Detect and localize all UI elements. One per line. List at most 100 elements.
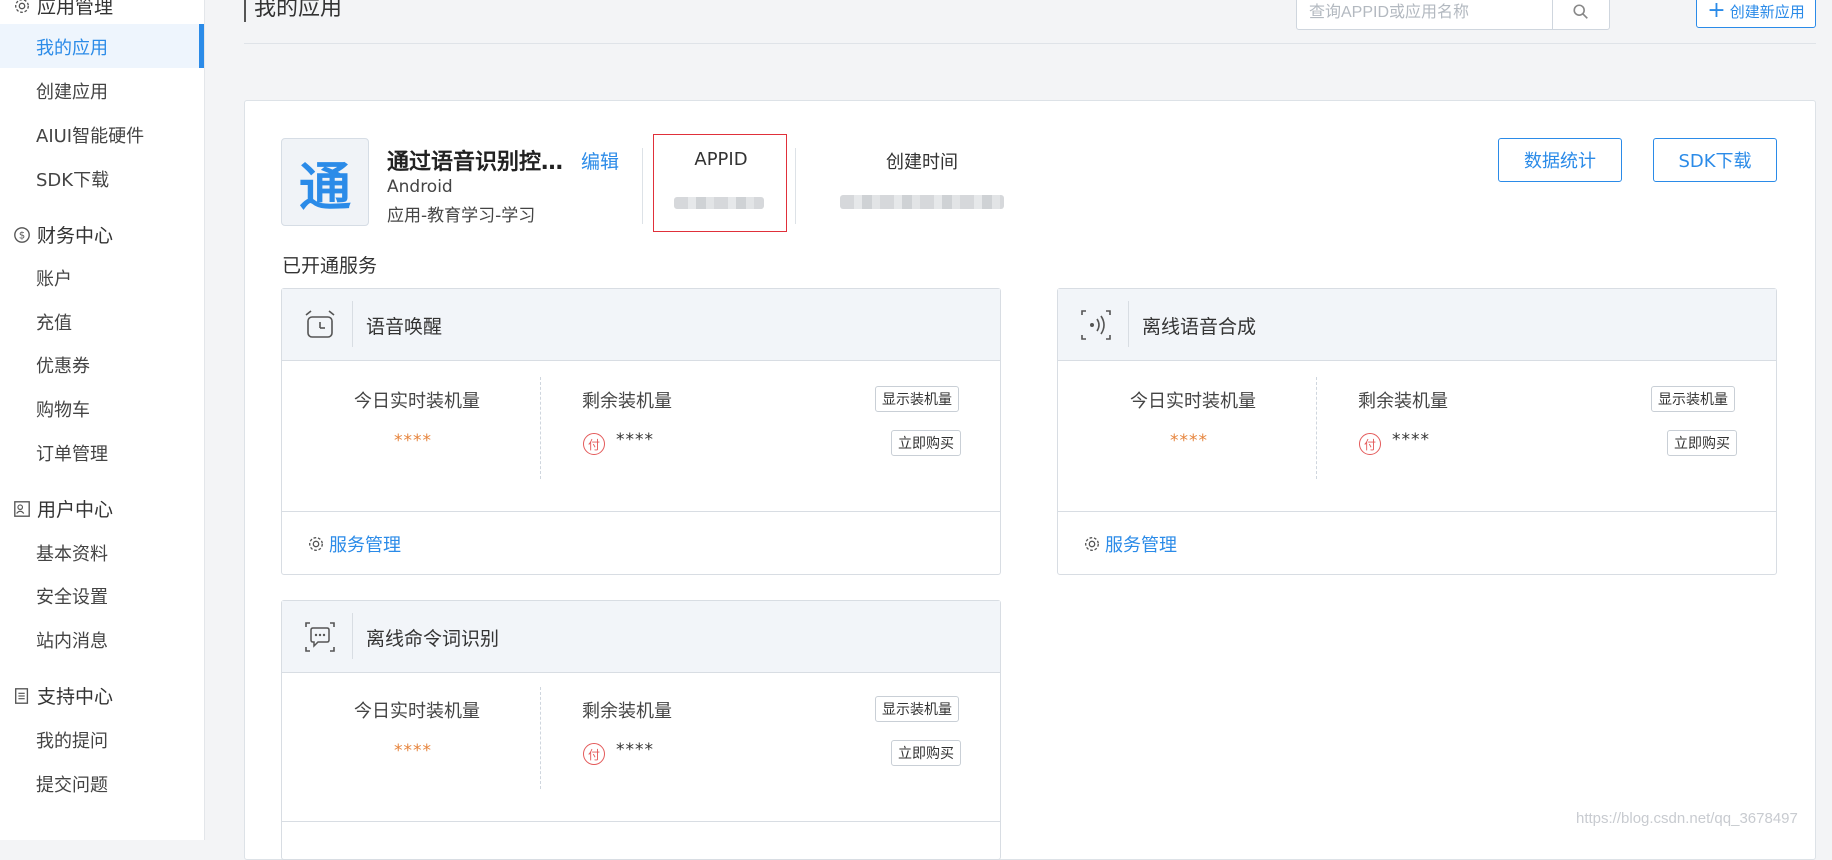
service-card-voice-wakeup: 语音唤醒 今日实时装机量 **** 剩余装机量 付 **** 显示装机量 立即购… xyxy=(281,288,1001,575)
document-icon xyxy=(12,686,32,706)
create-app-label: 创建新应用 xyxy=(1729,2,1805,21)
user-card-icon xyxy=(12,499,32,519)
app-icon: 通 xyxy=(281,138,369,226)
service-manage-label: 服务管理 xyxy=(1105,535,1177,556)
data-stats-button[interactable]: 数据统计 xyxy=(1498,138,1622,182)
service-title: 语音唤醒 xyxy=(366,316,443,338)
search-box xyxy=(1296,0,1610,30)
search-button[interactable] xyxy=(1552,0,1609,29)
remaining-installs-value: **** xyxy=(1392,430,1430,450)
today-installs-label: 今日实时装机量 xyxy=(1130,391,1256,412)
service-card-header: 语音唤醒 xyxy=(282,289,1000,361)
search-icon xyxy=(1573,4,1588,19)
service-manage-link[interactable]: 服务管理 xyxy=(1083,531,1177,557)
sidebar-group-finance[interactable]: $ 财务中心 xyxy=(12,221,113,248)
created-time-value-blurred xyxy=(840,195,1004,209)
today-installs-value: **** xyxy=(394,431,432,451)
show-installs-button[interactable]: 显示装机量 xyxy=(875,696,959,722)
remaining-installs-value: **** xyxy=(616,740,654,760)
coin-icon: $ xyxy=(12,225,32,245)
gear-icon xyxy=(309,537,323,551)
sidebar-item-coupons[interactable]: 优惠券 xyxy=(36,352,90,378)
divider xyxy=(282,511,1000,512)
divider xyxy=(642,148,643,224)
pay-badge-icon: 付 xyxy=(583,743,605,765)
today-installs-value: **** xyxy=(394,741,432,761)
watermark: https://blog.csdn.net/qq_3678497 xyxy=(1576,810,1798,827)
sidebar-group-label: 财务中心 xyxy=(37,225,114,247)
app-category: 应用-教育学习-学习 xyxy=(387,206,536,226)
show-installs-button[interactable]: 显示装机量 xyxy=(875,386,959,412)
show-installs-button[interactable]: 显示装机量 xyxy=(1651,386,1735,412)
app-name: 通过语音识别控… xyxy=(387,150,564,175)
sidebar-group-label: 应用管理 xyxy=(37,0,114,18)
divider xyxy=(1058,511,1776,512)
service-card-offline-command: 离线命令词识别 今日实时装机量 **** 剩余装机量 付 **** 显示装机量 … xyxy=(281,600,1001,860)
created-time-label: 创建时间 xyxy=(886,152,958,173)
header-divider xyxy=(244,43,1816,44)
service-card-header: 离线语音合成 xyxy=(1058,289,1776,361)
sidebar-item-security[interactable]: 安全设置 xyxy=(36,583,108,609)
divider xyxy=(352,613,353,659)
edit-link[interactable]: 编辑 xyxy=(581,147,619,174)
sidebar-group-user-center[interactable]: 用户中心 xyxy=(12,495,113,522)
service-card-offline-tts: 离线语音合成 今日实时装机量 **** 剩余装机量 付 **** 显示装机量 立… xyxy=(1057,288,1777,575)
gear-icon xyxy=(1085,537,1099,551)
divider xyxy=(540,687,541,789)
pay-badge-icon: 付 xyxy=(583,433,605,455)
buy-now-button[interactable]: 立即购买 xyxy=(891,740,961,766)
chat-bubble-icon xyxy=(305,622,335,652)
voice-wave-icon xyxy=(1081,310,1111,340)
divider xyxy=(352,301,353,347)
sidebar-group-label: 用户中心 xyxy=(37,499,114,521)
today-installs-value: **** xyxy=(1170,431,1208,451)
service-card-header: 离线命令词识别 xyxy=(282,601,1000,673)
buy-now-button[interactable]: 立即购买 xyxy=(1667,430,1737,456)
appid-value-blurred xyxy=(674,197,764,209)
sdk-download-button[interactable]: SDK下载 xyxy=(1653,138,1777,182)
sidebar-group-label: 支持中心 xyxy=(37,686,114,708)
remaining-installs-label: 剩余装机量 xyxy=(582,391,672,412)
divider xyxy=(795,148,796,224)
sidebar-item-profile[interactable]: 基本资料 xyxy=(36,540,108,566)
buy-now-button[interactable]: 立即购买 xyxy=(891,430,961,456)
today-installs-label: 今日实时装机量 xyxy=(354,701,480,722)
search-input[interactable] xyxy=(1307,1,1551,25)
sidebar-item-submit-question[interactable]: 提交问题 xyxy=(36,771,108,797)
service-title: 离线命令词识别 xyxy=(366,628,500,650)
services-title: 已开通服务 xyxy=(282,255,378,277)
alarm-clock-icon xyxy=(305,310,335,338)
appid-label: APPID xyxy=(694,149,748,170)
divider xyxy=(282,821,1000,822)
sidebar-group-support[interactable]: 支持中心 xyxy=(12,682,113,709)
remaining-installs-value: **** xyxy=(616,430,654,450)
divider xyxy=(540,377,541,479)
sidebar-item-account[interactable]: 账户 xyxy=(36,265,72,291)
service-title: 离线语音合成 xyxy=(1142,316,1257,338)
service-manage-label: 服务管理 xyxy=(329,535,401,556)
gear-icon xyxy=(12,0,32,16)
sidebar-item-recharge[interactable]: 充值 xyxy=(36,309,72,335)
sidebar-item-orders[interactable]: 订单管理 xyxy=(36,440,108,466)
sidebar: 应用管理 我的应用 创建应用 AIUI智能硬件 SDK下载 $ 财务中心 账户 … xyxy=(0,0,205,840)
sidebar-item-my-apps[interactable]: 我的应用 xyxy=(36,34,108,60)
sidebar-item-cart[interactable]: 购物车 xyxy=(36,396,90,422)
remaining-installs-label: 剩余装机量 xyxy=(582,701,672,722)
sidebar-item-aiui-hardware[interactable]: AIUI智能硬件 xyxy=(36,122,144,148)
divider xyxy=(1128,301,1129,347)
svg-text:$: $ xyxy=(19,230,25,241)
pay-badge-icon: 付 xyxy=(1359,433,1381,455)
create-app-button[interactable]: + 创建新应用 xyxy=(1696,0,1816,28)
sidebar-item-sdk-download[interactable]: SDK下载 xyxy=(36,166,109,192)
divider xyxy=(1316,377,1317,479)
remaining-installs-label: 剩余装机量 xyxy=(1358,391,1448,412)
plus-icon: + xyxy=(1707,0,1726,23)
page-title: 我的应用 xyxy=(244,0,342,22)
appid-box: APPID xyxy=(653,134,787,232)
sidebar-group-app-management[interactable]: 应用管理 xyxy=(12,0,113,19)
sidebar-item-messages[interactable]: 站内消息 xyxy=(36,627,108,653)
service-manage-link[interactable]: 服务管理 xyxy=(307,531,401,557)
sidebar-item-my-questions[interactable]: 我的提问 xyxy=(36,727,108,753)
sidebar-item-create-app[interactable]: 创建应用 xyxy=(36,78,108,104)
app-platform: Android xyxy=(387,177,453,197)
